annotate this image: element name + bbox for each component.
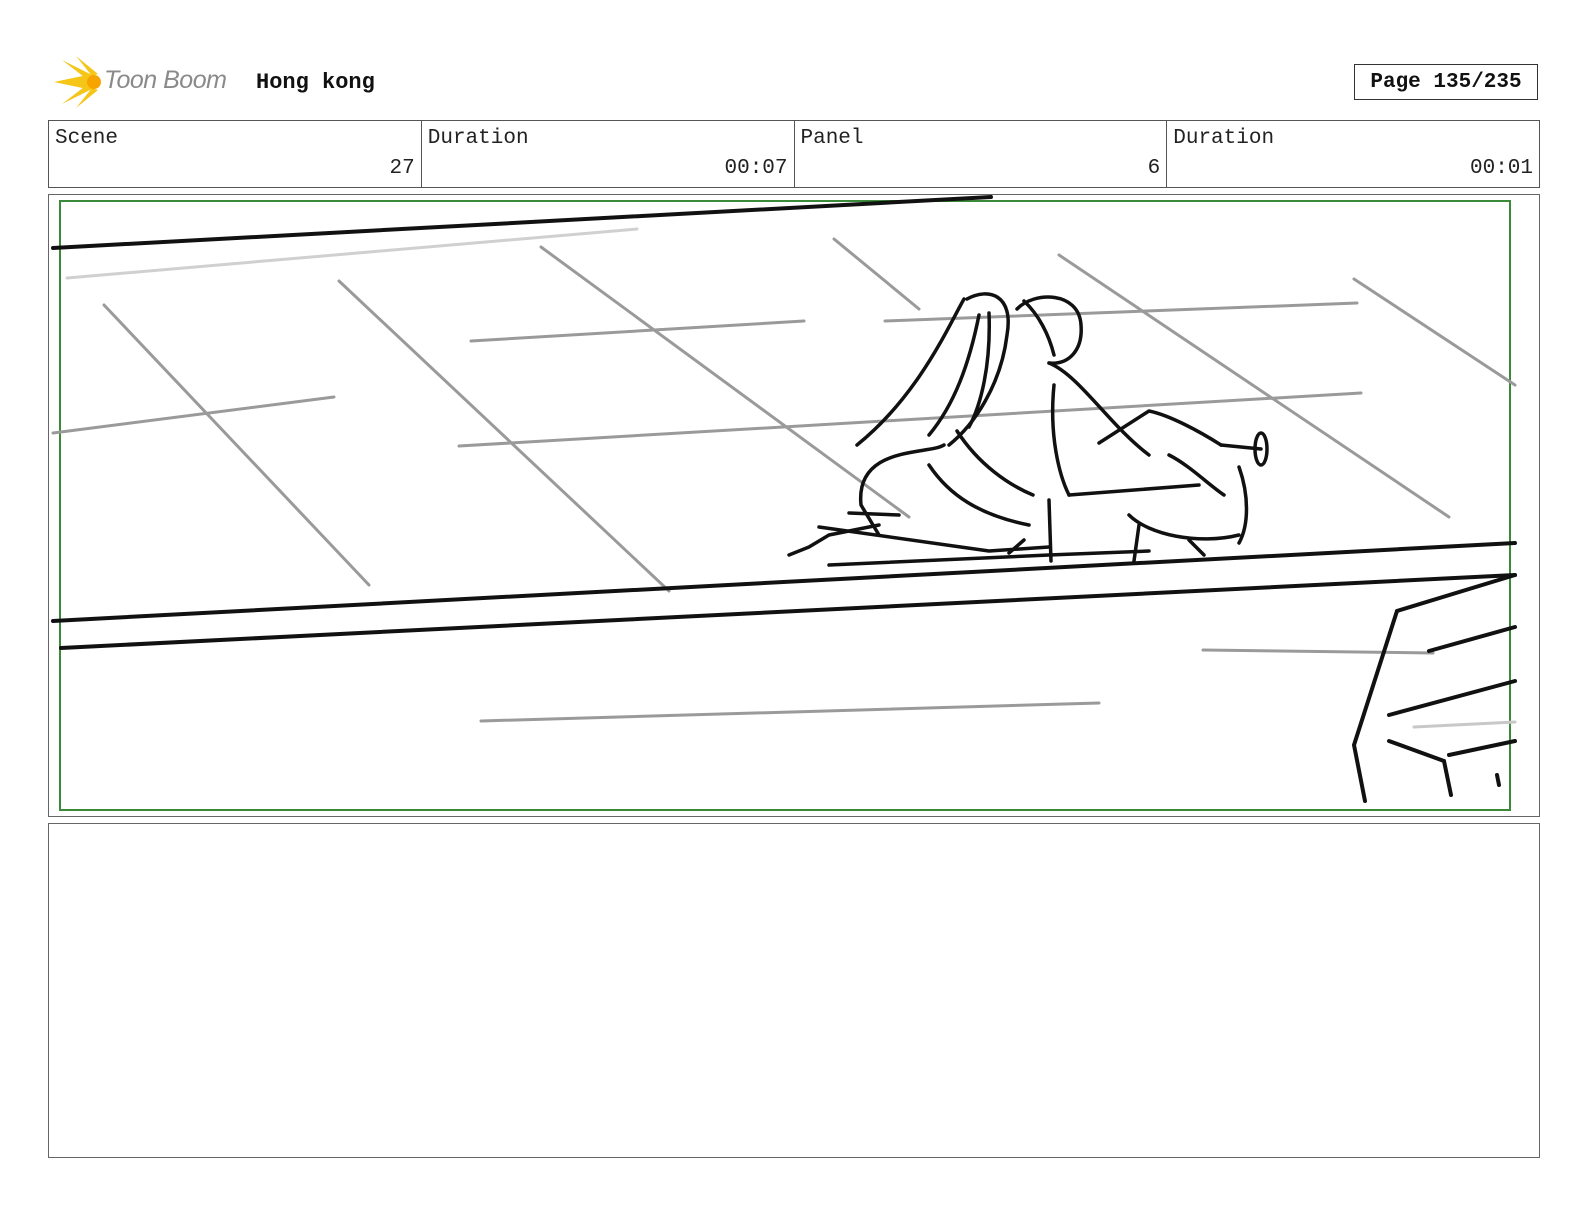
scene-value: 27 bbox=[389, 157, 415, 180]
scene-duration-cell: Duration 00:07 bbox=[422, 121, 795, 187]
panel-duration-label: Duration bbox=[1173, 127, 1275, 150]
road-edges bbox=[51, 195, 1517, 650]
panel-value: 6 bbox=[1147, 157, 1161, 180]
scene-label: Scene bbox=[55, 127, 119, 150]
safe-frame bbox=[59, 200, 1511, 811]
panel-duration-cell: Duration 00:01 bbox=[1167, 121, 1539, 187]
panel-cell: Panel 6 bbox=[795, 121, 1168, 187]
panel-notes-box[interactable] bbox=[48, 823, 1540, 1158]
scene-cell: Scene 27 bbox=[49, 121, 422, 187]
scene-info-table: Scene 27 Duration 00:07 Panel 6 Duration… bbox=[48, 120, 1540, 188]
foreground-vehicle bbox=[1351, 573, 1517, 803]
logo-text: Toon Boom bbox=[104, 66, 227, 94]
street-lines bbox=[51, 227, 1517, 729]
storyboard-sketch bbox=[51, 195, 1517, 811]
panel-duration-value: 00:01 bbox=[1469, 157, 1533, 180]
scene-duration-value: 00:07 bbox=[724, 157, 788, 180]
riders-on-scooter bbox=[787, 292, 1269, 567]
project-title: Hong kong bbox=[256, 70, 375, 95]
scene-duration-label: Duration bbox=[427, 127, 529, 150]
panel-label: Panel bbox=[800, 127, 864, 150]
page-indicator: Page 135/235 bbox=[1354, 64, 1538, 100]
storyboard-panel[interactable] bbox=[48, 194, 1540, 817]
